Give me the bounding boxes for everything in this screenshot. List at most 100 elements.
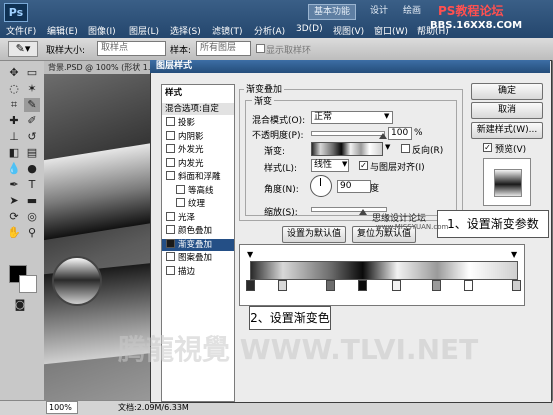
- style-item-checkbox[interactable]: [166, 252, 175, 261]
- menu-file[interactable]: 文件(F): [6, 24, 36, 37]
- opacity-label: 不透明度(P):: [252, 131, 304, 141]
- workspace-basic-button[interactable]: 基本功能: [308, 4, 357, 20]
- style-item-checkbox[interactable]: [176, 198, 185, 207]
- workspace-paint-button[interactable]: 绘画: [398, 4, 426, 18]
- color-stop[interactable]: [357, 280, 367, 291]
- eraser-tool-icon[interactable]: ◧: [6, 146, 22, 160]
- opacity-stop-left-icon[interactable]: ▼: [247, 250, 253, 259]
- opacity-stop-right-icon[interactable]: ▼: [511, 250, 517, 259]
- style-item[interactable]: 投影: [162, 117, 234, 129]
- style-item-checkbox[interactable]: [166, 144, 175, 153]
- scale-slider-thumb[interactable]: [358, 209, 367, 215]
- style-item[interactable]: 斜面和浮雕: [162, 171, 234, 183]
- blend-mode-dropdown-icon[interactable]: ▼: [384, 112, 389, 120]
- magic-wand-tool-icon[interactable]: ✶: [24, 82, 40, 96]
- menu-image[interactable]: 图像(I): [88, 24, 116, 37]
- blend-options-item[interactable]: 混合选项:自定: [162, 103, 234, 115]
- angle-input[interactable]: 90: [337, 180, 371, 193]
- color-stop[interactable]: [464, 280, 474, 291]
- menu-layer[interactable]: 图层(L): [129, 24, 159, 37]
- sample-layers-select[interactable]: 所有图层: [196, 41, 251, 56]
- opacity-slider-thumb[interactable]: [379, 133, 387, 139]
- 3d-orbit-icon[interactable]: ◎: [24, 210, 40, 224]
- workspace-design-button[interactable]: 设计: [365, 4, 393, 18]
- lasso-tool-icon[interactable]: ◌: [6, 82, 22, 96]
- quick-mask-icon[interactable]: ◙: [12, 298, 28, 312]
- crop-tool-icon[interactable]: ⌗: [6, 98, 22, 112]
- ok-button[interactable]: 确定: [471, 83, 543, 100]
- style-item[interactable]: 内发光: [162, 157, 234, 170]
- styles-header[interactable]: 样式: [162, 87, 234, 99]
- 3d-rotate-icon[interactable]: ⟳: [6, 210, 22, 224]
- zoom-tool-icon[interactable]: ⚲: [24, 226, 40, 240]
- reverse-checkbox[interactable]: [401, 144, 410, 153]
- pen-tool-icon[interactable]: ✒: [6, 178, 22, 192]
- style-item-checkbox[interactable]: [166, 117, 175, 126]
- style-item-checkbox[interactable]: [166, 211, 175, 221]
- opacity-slider[interactable]: [311, 131, 385, 136]
- style-item-checkbox[interactable]: [166, 225, 175, 234]
- color-stop[interactable]: [325, 280, 335, 291]
- menu-window[interactable]: 窗口(W): [374, 24, 408, 37]
- preview-checkbox[interactable]: ✓: [483, 143, 492, 152]
- style-item-checkbox[interactable]: [166, 238, 175, 248]
- healing-brush-icon[interactable]: ✚: [6, 114, 22, 128]
- blend-mode-select[interactable]: 正常: [311, 111, 393, 124]
- brush-tool-icon[interactable]: ✐: [24, 114, 40, 128]
- marquee-tool-icon[interactable]: ▭: [24, 66, 40, 80]
- opacity-input[interactable]: 100: [388, 127, 412, 140]
- shape-tool-icon[interactable]: ▬: [24, 194, 40, 208]
- style-item-checkbox[interactable]: [166, 265, 175, 275]
- style-item[interactable]: 渐变叠加: [162, 238, 234, 251]
- style-item[interactable]: 描边: [162, 265, 234, 278]
- background-color-swatch[interactable]: [19, 275, 37, 293]
- dodge-tool-icon[interactable]: ●: [24, 162, 40, 176]
- blur-tool-icon[interactable]: 💧: [6, 162, 22, 176]
- new-style-button[interactable]: 新建样式(W)...: [471, 122, 543, 139]
- gradient-tool-icon[interactable]: ▤: [24, 146, 40, 160]
- style-item[interactable]: 光泽: [162, 211, 234, 224]
- color-stop[interactable]: [512, 280, 521, 291]
- style-item[interactable]: 纹理: [162, 198, 244, 210]
- angle-dial[interactable]: [310, 175, 332, 197]
- eyedropper-tool-preset-icon[interactable]: ✎▾: [8, 41, 38, 57]
- preview-label: 预览(V): [495, 145, 527, 155]
- move-tool-icon[interactable]: ✥: [6, 66, 22, 80]
- path-selection-icon[interactable]: ➤: [6, 194, 22, 208]
- style-item-label: 内发光: [178, 158, 204, 169]
- gradient-dropdown-icon[interactable]: ▼: [385, 143, 390, 151]
- color-stop[interactable]: [432, 280, 442, 291]
- eyedropper-tool-icon[interactable]: ✎: [24, 98, 40, 112]
- style-item[interactable]: 颜色叠加: [162, 225, 234, 237]
- clone-stamp-icon[interactable]: ⊥: [6, 130, 22, 144]
- make-default-button[interactable]: 设置为默认值: [282, 226, 346, 243]
- gradient-bar[interactable]: [250, 261, 518, 280]
- style-item[interactable]: 内阴影: [162, 130, 234, 143]
- style-item-checkbox[interactable]: [176, 184, 185, 194]
- sample-size-select[interactable]: 取样点: [97, 41, 166, 56]
- show-ring-checkbox[interactable]: [256, 44, 265, 53]
- style-item[interactable]: 等高线: [162, 184, 244, 197]
- menu-edit[interactable]: 编辑(E): [47, 24, 78, 37]
- style-item[interactable]: 外发光: [162, 144, 234, 156]
- menu-analysis[interactable]: 分析(A): [254, 24, 285, 37]
- menu-select[interactable]: 选择(S): [170, 24, 201, 37]
- style-item-checkbox[interactable]: [166, 130, 175, 140]
- hand-tool-icon[interactable]: ✋: [6, 226, 22, 240]
- menu-filter[interactable]: 滤镜(T): [212, 24, 243, 37]
- menu-view[interactable]: 视图(V): [333, 24, 364, 37]
- style-item-checkbox[interactable]: [166, 157, 175, 167]
- color-stop[interactable]: [392, 280, 402, 291]
- zoom-field[interactable]: 100%: [46, 401, 78, 414]
- cancel-button[interactable]: 取消: [471, 102, 543, 119]
- color-stop[interactable]: [277, 280, 287, 291]
- style-dropdown-icon[interactable]: ▼: [342, 160, 347, 168]
- gradient-preview-swatch[interactable]: [311, 142, 383, 156]
- style-item[interactable]: 图案叠加: [162, 252, 234, 264]
- type-tool-icon[interactable]: T: [24, 178, 40, 192]
- menu-3d[interactable]: 3D(D): [296, 24, 323, 34]
- history-brush-icon[interactable]: ↺: [24, 130, 40, 144]
- color-stop[interactable]: [246, 280, 255, 291]
- align-with-layer-checkbox[interactable]: ✓: [359, 161, 368, 170]
- style-item-checkbox[interactable]: [166, 171, 175, 180]
